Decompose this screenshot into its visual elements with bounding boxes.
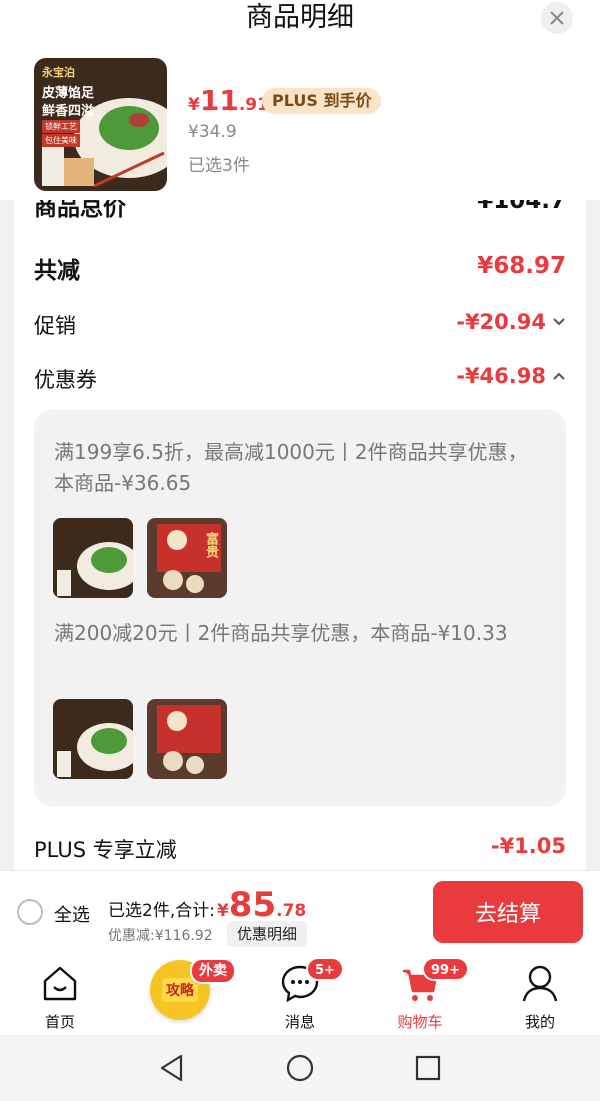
coupon-product-dumpling-2[interactable] — [53, 699, 133, 779]
image-tag-1: 锁鲜工艺 — [42, 120, 80, 133]
select-all-radio[interactable] — [17, 899, 43, 925]
discount-total: 优惠减:¥116.92 — [108, 928, 213, 944]
image-brand-text: 永宝泊 — [42, 66, 75, 79]
product-image[interactable]: 永宝泊 皮薄馅足 鲜香四溢 锁鲜工艺 包住美味 — [34, 58, 167, 191]
close-button[interactable] — [541, 2, 573, 34]
tab-mine-label: 我的 — [524, 1013, 555, 1031]
bottom-tab-bar: 首页 5+ 消息 99+ 购物车 我的 — [0, 953, 600, 1035]
coupon-value: -¥46.98 — [456, 364, 546, 388]
plus-price: ¥ 11 .91 — [188, 84, 269, 117]
messages-badge: 5+ — [306, 957, 344, 981]
price-breakdown-card: 商品总价 ¥104.7 共减 ¥68.97 促销 -¥20.94 优惠券 -¥4… — [14, 200, 586, 870]
giftbox-thumb-image-2 — [147, 699, 227, 779]
image-tag-2: 包住美味 — [42, 134, 80, 147]
promo-guide-text: 攻略 — [162, 978, 198, 1002]
promotion-label: 促销 — [34, 314, 76, 338]
summary-integer: 85 — [228, 885, 277, 925]
checkout-bar: 全选 已选2件,合计: ¥ 85 .78 优惠减:¥116.92 优惠明细 去结… — [0, 870, 600, 953]
plus-discount-value: -¥1.05 — [490, 834, 566, 858]
summary-symbol: ¥ — [216, 901, 229, 921]
total-reduction-value: ¥68.97 — [477, 253, 566, 279]
discount-detail-button[interactable]: 优惠明细 — [227, 921, 308, 947]
summary-label: 已选2件,合计: — [108, 901, 215, 921]
tab-messages-label: 消息 — [284, 1013, 315, 1031]
total-price-value: ¥104.7 — [477, 200, 566, 214]
product-detail-sheet: 商品明细 永宝泊 皮薄馅足 鲜香四溢 锁鲜工艺 包住美味 ¥ 11 .91 PL… — [0, 0, 600, 1101]
system-navigation-bar — [0, 1035, 600, 1101]
home-circle-icon[interactable] — [285, 1053, 315, 1083]
back-icon[interactable] — [157, 1053, 187, 1083]
giftbox-thumb-image — [147, 518, 227, 598]
select-all-label[interactable]: 全选 — [54, 901, 90, 927]
takeout-badge: 外卖 — [190, 958, 236, 984]
giftbox-text: 富贵 — [203, 532, 218, 558]
order-summary: 已选2件,合计: ¥ 85 .78 — [108, 885, 306, 925]
close-icon — [550, 11, 564, 25]
dumpling-thumb-image-2 — [53, 699, 133, 779]
original-price: ¥34.9 — [188, 122, 237, 142]
coupon-toggle[interactable]: -¥46.98 — [456, 364, 566, 388]
selected-count: 已选3件 — [188, 156, 250, 176]
coupon-product-giftbox[interactable]: 富贵 — [147, 518, 227, 598]
coupon-label: 优惠券 — [34, 368, 97, 392]
coupon-product-dumpling[interactable] — [53, 518, 133, 598]
tab-mine[interactable]: 我的 — [490, 961, 590, 1033]
dumpling-thumb-image — [53, 518, 133, 598]
summary-decimal: .78 — [276, 901, 307, 921]
coupon-desc-2: 满200减20元丨2件商品共享优惠，本商品-¥10.33 — [54, 621, 508, 645]
home-icon — [43, 966, 77, 1001]
image-headline-1: 皮薄馅足 — [42, 86, 95, 101]
price-integer: 11 — [199, 84, 239, 117]
plus-discount-label: PLUS 专享立减 — [34, 838, 177, 862]
chevron-up-icon — [553, 372, 565, 380]
tab-home[interactable]: 首页 — [10, 961, 110, 1033]
plus-price-tag: PLUS 到手价 — [262, 88, 382, 114]
promotion-value: -¥20.94 — [456, 310, 546, 334]
tab-home-label: 首页 — [44, 1013, 75, 1031]
checkout-button[interactable]: 去结算 — [433, 881, 583, 943]
sheet-title: 商品明细 — [246, 2, 354, 33]
sheet-header: 商品明细 永宝泊 皮薄馅足 鲜香四溢 锁鲜工艺 包住美味 ¥ 11 .91 PL… — [0, 0, 600, 200]
image-headline-2: 鲜香四溢 — [42, 104, 95, 119]
coupon-detail-panel: 满199享6.5折，最高减1000元丨2件商品共享优惠，本商品-¥36.65 富… — [34, 410, 566, 806]
price-symbol: ¥ — [188, 95, 200, 115]
recent-apps-icon[interactable] — [413, 1053, 443, 1083]
total-price-label: 商品总价 — [34, 200, 126, 221]
tab-cart-label: 购物车 — [397, 1013, 443, 1031]
coupon-product-giftbox-2[interactable] — [147, 699, 227, 779]
chevron-down-icon — [553, 318, 565, 326]
total-reduction-label: 共减 — [34, 258, 80, 284]
tab-cart[interactable]: 99+ 购物车 — [370, 957, 470, 1033]
tab-messages[interactable]: 5+ 消息 — [250, 957, 350, 1033]
user-icon — [522, 965, 558, 1002]
promotion-toggle[interactable]: -¥20.94 — [456, 310, 566, 334]
coupon-desc-1: 满199享6.5折，最高减1000元丨2件商品共享优惠，本商品-¥36.65 — [54, 440, 528, 495]
cart-badge: 99+ — [422, 957, 469, 981]
